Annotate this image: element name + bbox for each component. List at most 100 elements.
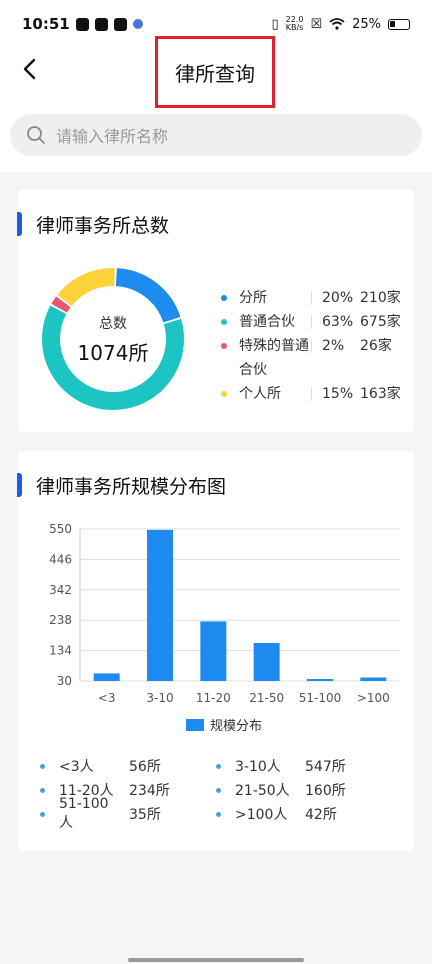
legend-divider [311,339,312,353]
legend-name: 特殊的普通合伙 [239,338,309,378]
summary-title: 律师事务所总数 [36,214,170,237]
legend-row: 普通合伙 63% 675家 [221,310,411,334]
legend-name: 分所 [239,290,267,306]
bar [253,643,280,681]
legend-count: 26家 [360,338,392,354]
battery-icon [388,18,410,30]
legend-dot [221,343,227,349]
legend-value: 56所 [129,759,161,775]
donut-chart [42,268,184,410]
legend-dot [216,787,221,793]
app-header: 律所查询 [0,36,432,108]
search-placeholder: 请输入律所名称 [56,127,169,146]
network-speed: 22.0 KB/s [286,16,304,32]
legend-count: 675家 [360,314,401,330]
legend-row: 分所 20% 210家 [221,286,411,310]
legend-dot [221,319,227,325]
legend-name: >100人 [235,807,288,823]
legend-item: 3-10人 547所 [216,757,392,775]
x-tick-label: 51-100 [299,691,342,705]
bar-chart: 550 446 342 238 134 30 <3 3-10 11-20 21-50 51-100 >… [49,522,400,734]
battery-percent: 25% [352,16,381,32]
vibrate-icon: ▯ [271,16,279,32]
bar [307,679,333,681]
legend-percent: 20% [322,290,354,306]
legend-count: 210家 [360,290,401,306]
x-tick-label: 11-20 [196,691,231,705]
legend-name: <3人 [59,759,94,775]
status-time: 10:51 [22,15,70,33]
donut-slice [57,268,115,307]
app-icon [94,17,108,31]
legend-name: 3-10人 [235,759,281,775]
y-tick-label: 238 [49,613,72,627]
legend-divider [311,291,312,305]
distribution-card: 律师事务所规模分布图 550 446 342 238 134 30 <3 3-10 11-20 2… [17,451,414,851]
status-left: 10:51 [22,15,143,33]
legend-label: 规模分布 [210,719,262,734]
legend-item: >100人 42所 [216,805,392,823]
legend-percent: 15% [322,386,354,402]
legend-name: 普通合伙 [239,314,295,330]
mail-icon [113,17,127,31]
x-tick-label: >100 [357,691,390,705]
legend-dot [40,811,45,817]
legend-row: 个人所 15% 163家 [221,382,411,406]
legend-divider [311,315,312,329]
legend-value: 42所 [305,807,337,823]
donut-slice [115,268,181,323]
x-tick-label: 3-10 [146,691,173,705]
y-tick-label: 550 [49,522,72,536]
section-accent-bar [17,212,22,236]
bar [200,621,227,681]
y-tick-label: 446 [49,552,72,566]
title-highlight-box: 律所查询 [155,36,275,108]
legend-dot [221,295,227,301]
page-title: 律所查询 [175,61,255,86]
summary-card: 律师事务所总数 总数 1074所 分所 20% 210家 普通合伙 63% 67… [17,190,414,432]
donut-slice [42,305,184,410]
settings-icon [132,19,143,29]
summary-card-header: 律师事务所总数 [17,190,414,258]
legend-swatch [186,719,204,731]
wifi-icon [329,18,345,30]
legend-count: 163家 [360,386,401,402]
legend-value: 160所 [305,783,346,799]
x-tick-label: 21-50 [249,691,284,705]
section-accent-bar [17,473,22,497]
legend-percent: 2% [322,338,345,354]
distribution-legend: <3人 56所 3-10人 547所 11-20人 234所 21-50人 16… [40,757,410,831]
legend-value: 547所 [305,759,346,775]
legend-dot [40,763,45,769]
search-icon [27,126,45,144]
y-tick-label: 342 [49,583,72,597]
bar [360,677,387,681]
legend-dot [221,391,227,397]
legend-name: 个人所 [239,386,281,402]
search-input[interactable]: 请输入律所名称 [10,114,422,156]
summary-legend: 分所 20% 210家 普通合伙 63% 675家 特殊的普通合伙 2% 26家… [221,286,411,406]
legend-dot [216,763,221,769]
donut-slice [51,296,71,313]
distribution-title: 律师事务所规模分布图 [36,475,227,498]
legend-value: 35所 [129,807,161,823]
legend-dot [216,811,221,817]
status-right: ▯ 22.0 KB/s ☒ 25% [271,16,410,32]
legend-dot [40,787,45,793]
home-indicator[interactable] [128,958,304,962]
legend-value: 234所 [129,783,170,799]
x-tick-label: <3 [98,691,116,705]
bar [147,529,173,681]
tiktok-icon [75,17,89,31]
legend-percent: 63% [322,314,354,330]
legend-item: <3人 56所 [40,757,216,775]
y-tick-label: 134 [49,644,72,658]
distribution-card-header: 律师事务所规模分布图 [17,451,414,519]
back-icon[interactable] [16,54,46,84]
legend-item: 21-50人 160所 [216,781,392,799]
bar [93,673,120,681]
legend-item: 51-100人 35所 [40,796,216,831]
legend-name: 51-100人 [59,796,109,831]
legend-name: 21-50人 [235,783,290,799]
sim-icon: ☒ [310,16,323,32]
